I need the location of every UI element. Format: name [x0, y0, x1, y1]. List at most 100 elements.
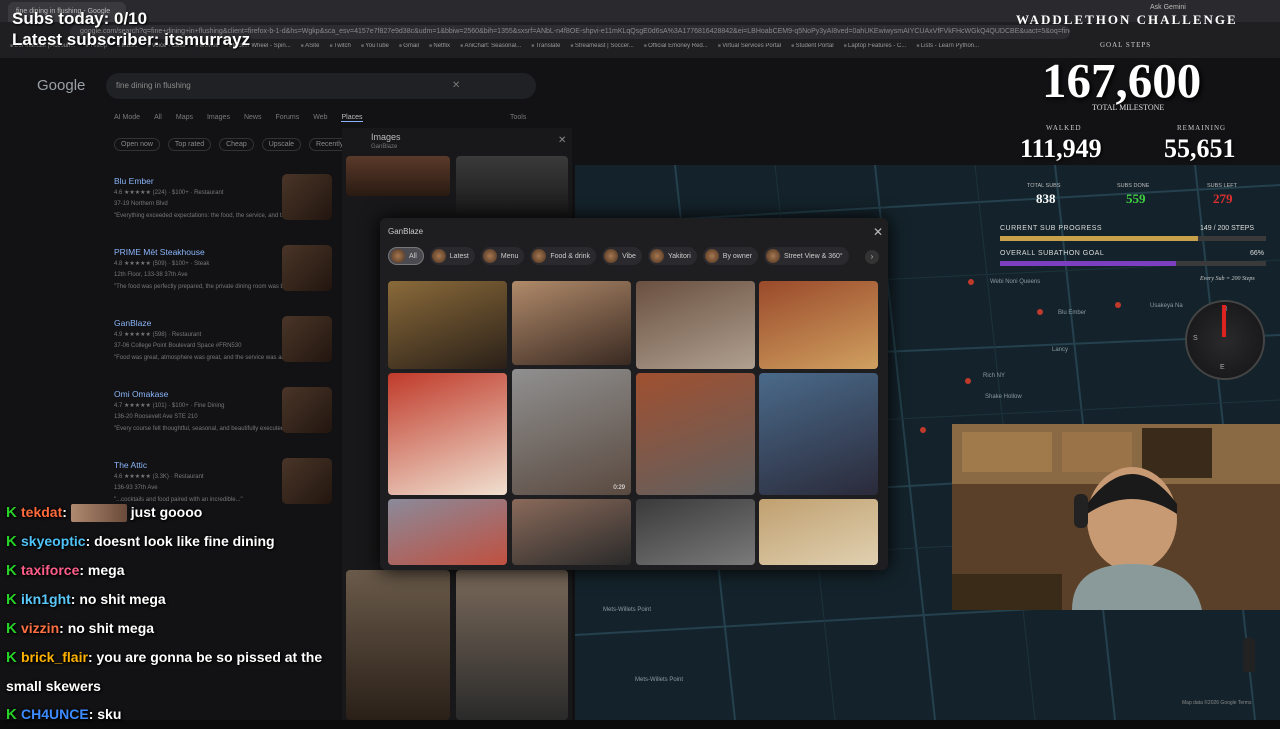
photo-display-case[interactable]	[388, 499, 507, 565]
tab-ai-mode[interactable]: AI Mode	[114, 114, 140, 122]
map-label: Webi Noni Queens	[990, 279, 1041, 285]
filter-chip[interactable]: Open now	[114, 138, 160, 151]
bookmark-item[interactable]: Twitch	[329, 43, 351, 56]
filter-chip[interactable]: Top rated	[167, 138, 212, 151]
overall-goal-value: 66%	[1250, 250, 1265, 257]
place-result[interactable]: PRIME Mēt Steakhouse 4.8 ★★★★★ (509) · $1…	[114, 245, 334, 291]
panel-image[interactable]	[456, 156, 568, 214]
remaining-label: REMAINING	[1177, 124, 1227, 132]
photo-grill-top[interactable]	[636, 499, 755, 565]
place-result[interactable]: Blu Ember 4.6 ★★★★★ (224) · $100+ · Resta…	[114, 174, 334, 220]
place-thumbnail[interactable]	[282, 245, 332, 291]
photo-red-skewers[interactable]	[388, 373, 507, 495]
chat-message: K vizzin: no shit mega	[6, 614, 336, 643]
bookmark-item[interactable]: Translate	[531, 43, 561, 56]
photo-dining-room[interactable]	[759, 373, 878, 495]
filter-chip[interactable]: Cheap	[219, 138, 254, 151]
place-thumbnail[interactable]	[282, 174, 332, 220]
photo-chip[interactable]: Street View & 360°	[763, 247, 849, 265]
bookmark-item[interactable]: Virtual Services Portal	[718, 43, 781, 56]
chat-username: ikn1ght	[21, 591, 71, 607]
chat-badge-icon: K	[6, 706, 21, 723]
photo-chip[interactable]: Vibe	[602, 247, 642, 265]
map-pin[interactable]	[1115, 302, 1121, 308]
panel-image[interactable]	[346, 156, 450, 196]
chip-thumb-icon	[765, 249, 780, 263]
overall-goal-fill	[1000, 261, 1176, 266]
bookmark-item[interactable]: Gmail	[399, 43, 419, 56]
photo-chip[interactable]: Yakitori	[647, 247, 697, 265]
tab-images[interactable]: Images	[207, 114, 230, 122]
ask-gemini-button[interactable]: Ask Gemini	[1150, 4, 1186, 11]
photo-chip[interactable]: All	[388, 247, 424, 265]
photo-video-skewers[interactable]: 0:29	[512, 369, 631, 495]
place-thumbnail[interactable]	[282, 316, 332, 362]
map-label: Rich NY	[983, 373, 1006, 379]
chat-badge-icon: K	[6, 620, 21, 637]
chat-message: K taxiforce: mega	[6, 556, 336, 585]
panel-image[interactable]	[346, 570, 450, 720]
chip-thumb-icon	[704, 249, 719, 263]
bookmark-item[interactable]: Laptop Features - C...	[844, 43, 906, 56]
bookmark-item[interactable]: YouTube	[361, 43, 389, 56]
bookmark-item[interactable]: Netflix	[429, 43, 450, 56]
bookmark-item[interactable]: Official Emoney Red...	[644, 43, 708, 56]
current-progress-bar	[1000, 236, 1266, 241]
bookmark-item[interactable]: ASite	[301, 43, 319, 56]
tab-maps[interactable]: Maps	[176, 114, 193, 122]
subs-left-value: 279	[1213, 191, 1233, 206]
bookmark-item[interactable]: AniChart: Seasonal...	[460, 43, 521, 56]
place-thumbnail[interactable]	[282, 387, 332, 433]
place-result[interactable]: GanBlaze 4.9 ★★★★★ (598) · Restaurant 37-0…	[114, 316, 334, 362]
map-pin[interactable]	[920, 427, 926, 433]
photo-grill-plates[interactable]	[636, 281, 755, 369]
chevron-right-icon[interactable]: ›	[865, 250, 879, 264]
tab-news[interactable]: News	[244, 114, 262, 122]
chip-label: Menu	[500, 252, 519, 260]
tab-web[interactable]: Web	[313, 114, 327, 122]
latest-subscriber: Latest subscriber: itsmurrayz	[12, 30, 251, 49]
map-attribution: Map data ©2026 Google Terms	[1182, 700, 1252, 706]
photo-skewer-rows[interactable]	[759, 281, 878, 369]
photo-vlogger[interactable]	[512, 499, 631, 565]
tools-button[interactable]: Tools	[510, 114, 526, 121]
map-zoom-controls[interactable]	[1243, 638, 1255, 672]
bookmark-item[interactable]: Streameast | Soccer...	[570, 43, 634, 56]
close-icon[interactable]: ✕	[558, 135, 566, 146]
clear-search-icon[interactable]: ✕	[452, 80, 460, 91]
photo-chip[interactable]: Food & drink	[530, 247, 597, 265]
close-modal-icon[interactable]: ✕	[873, 225, 883, 239]
tab-all[interactable]: All	[154, 114, 162, 122]
search-input[interactable]: fine dining in flushing	[106, 73, 536, 99]
total-milestone-value: 167,600	[1042, 53, 1202, 108]
subs-today: Subs today: 0/10	[12, 9, 148, 28]
photo-tray-skewers[interactable]	[636, 373, 755, 495]
modal-title: GanBlaze	[388, 227, 424, 236]
photo-storefront[interactable]	[388, 281, 507, 369]
place-result[interactable]: Omi Omakase 4.7 ★★★★★ (101) · $100+ · Fin…	[114, 387, 334, 433]
bookmark-item[interactable]: Lists - Learn Python...	[916, 43, 979, 56]
webcam-image	[952, 424, 1280, 610]
tab-places[interactable]: Places	[341, 114, 363, 122]
photo-skewers-hand[interactable]	[512, 281, 631, 365]
panel-image[interactable]	[456, 570, 568, 720]
photo-chip[interactable]: Latest	[429, 247, 475, 265]
filter-chip[interactable]: Upscale	[261, 138, 302, 151]
map-pin[interactable]	[965, 378, 971, 384]
bookmark-item[interactable]: Student Portal	[791, 43, 834, 56]
chat-message: K brick_flair: you are gonna be so pisse…	[6, 643, 336, 700]
tab-forums[interactable]: Forums	[275, 114, 299, 122]
photo-chip[interactable]: By owner	[702, 247, 758, 265]
chat-message: K skyeoptic: doesnt look like fine dinin…	[6, 527, 336, 556]
photo-chip[interactable]: Menu	[480, 247, 525, 265]
photo-bag[interactable]	[759, 499, 878, 565]
map-pin[interactable]	[1037, 309, 1043, 315]
chip-thumb-icon	[431, 249, 446, 263]
chat-text: no shit mega	[67, 620, 155, 636]
chat-badge-icon: K	[6, 504, 21, 521]
google-logo[interactable]: Google	[37, 77, 85, 94]
stream-chat: K tekdat: just goooo K skyeoptic: doesnt …	[6, 498, 336, 729]
chat-username: skyeoptic	[21, 533, 86, 549]
chip-label: Yakitori	[667, 252, 691, 260]
map-pin[interactable]	[968, 279, 974, 285]
